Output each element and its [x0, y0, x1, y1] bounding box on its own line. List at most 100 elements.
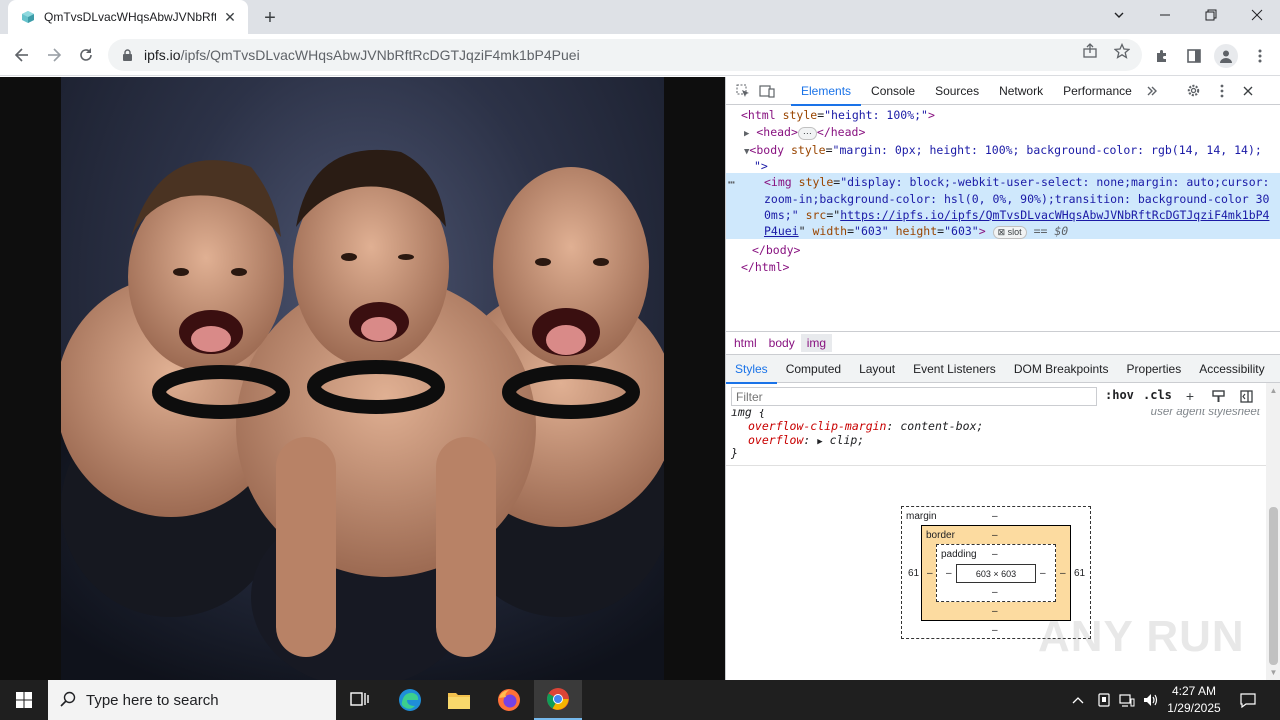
subtab-styles[interactable]: Styles: [726, 355, 777, 384]
tab-search-chevron-icon[interactable]: [1096, 0, 1142, 30]
inspect-element-icon[interactable]: [733, 81, 753, 101]
styles-filter-input[interactable]: [731, 387, 1097, 406]
tab-network[interactable]: Network: [989, 77, 1053, 105]
lock-icon[interactable]: [120, 48, 134, 62]
back-arrow-icon[interactable]: [10, 43, 34, 67]
dom-html-line[interactable]: <html style="height: 100%;">: [741, 107, 935, 124]
computed-sidebar-toggle-icon[interactable]: [1238, 388, 1254, 404]
task-view-icon[interactable]: [336, 680, 384, 720]
margin-left-value[interactable]: 61: [908, 568, 919, 579]
hover-state-toggle[interactable]: :hov: [1105, 388, 1134, 402]
box-model-content[interactable]: 603 × 603: [956, 564, 1036, 583]
paint-roller-icon[interactable]: [1210, 388, 1226, 404]
displayed-photo[interactable]: [61, 77, 664, 680]
scroll-thumb[interactable]: [1269, 507, 1278, 665]
style-property-overflow-clip-margin[interactable]: overflow-clip-margin: content-box;: [748, 419, 983, 433]
border-top-value[interactable]: –: [992, 530, 998, 541]
tab-performance[interactable]: Performance: [1053, 77, 1142, 105]
scroll-down-arrow-icon[interactable]: ▼: [1269, 668, 1278, 677]
box-model-margin-label: margin: [906, 511, 937, 522]
profile-avatar-icon[interactable]: [1214, 44, 1238, 68]
class-toggle[interactable]: .cls: [1143, 388, 1172, 402]
extensions-puzzle-icon[interactable]: [1152, 46, 1172, 66]
notification-center-icon[interactable]: [1236, 680, 1260, 720]
browser-tab[interactable]: QmTvsDLvacWHqsAbwJVNbRftRcDGTJqziF4mk1bP…: [8, 0, 248, 34]
breadcrumb-img[interactable]: img: [800, 334, 833, 352]
img-src-link-cont[interactable]: P4uei: [764, 224, 799, 238]
subtab-dom-breakpoints[interactable]: DOM Breakpoints: [1005, 355, 1118, 383]
new-style-rule-plus-icon[interactable]: +: [1182, 388, 1198, 404]
subtab-layout[interactable]: Layout: [850, 355, 904, 383]
padding-bottom-value[interactable]: –: [992, 587, 998, 598]
border-left-value[interactable]: –: [927, 568, 933, 579]
subtab-accessibility[interactable]: Accessibility: [1190, 355, 1273, 383]
border-right-value[interactable]: –: [1060, 568, 1066, 579]
close-window-icon[interactable]: [1234, 0, 1280, 30]
margin-right-value[interactable]: 61: [1074, 568, 1085, 579]
windows-start-icon[interactable]: [0, 680, 48, 720]
subtab-properties[interactable]: Properties: [1118, 355, 1191, 383]
margin-top-value[interactable]: –: [992, 511, 998, 522]
reload-icon[interactable]: [74, 43, 98, 67]
restore-icon[interactable]: [1188, 0, 1234, 30]
more-tabs-chevron-icon[interactable]: [1142, 81, 1162, 101]
style-property-overflow[interactable]: overflow: ▶ clip;: [748, 433, 864, 449]
new-tab-plus-icon[interactable]: +: [258, 6, 282, 30]
device-toolbar-icon[interactable]: [757, 81, 777, 101]
style-rule-source: user agent stylesheet: [1150, 409, 1260, 418]
tab-console[interactable]: Console: [861, 77, 925, 105]
taskbar-clock[interactable]: 4:27 AM 1/29/2025: [1162, 683, 1226, 717]
slot-badge[interactable]: ⊠ slot: [992, 226, 1027, 239]
devtools-menu-icon[interactable]: [1212, 81, 1232, 101]
dom-body-close[interactable]: </body>: [752, 242, 800, 259]
side-panel-icon[interactable]: [1184, 46, 1204, 66]
close-devtools-icon[interactable]: [1238, 81, 1258, 101]
breadcrumb-body[interactable]: body: [763, 334, 801, 352]
url-host: ipfs.io: [144, 47, 181, 63]
tab-sources[interactable]: Sources: [925, 77, 989, 105]
padding-left-value[interactable]: –: [946, 568, 952, 579]
styles-subtabs: Styles Computed Layout Event Listeners D…: [726, 355, 1280, 384]
taskbar-search-box[interactable]: Type here to search: [48, 680, 336, 720]
forward-arrow-icon[interactable]: [42, 43, 66, 67]
tab-title: QmTvsDLvacWHqsAbwJVNbRftRcDGTJqziF4mk1bP…: [44, 10, 216, 24]
tab-elements[interactable]: Elements: [791, 77, 862, 106]
bookmark-star-icon[interactable]: [1113, 42, 1131, 60]
show-hidden-icons-chevron[interactable]: [1068, 680, 1088, 720]
dom-head-line[interactable]: ▶ <head> ⋯ </head>: [744, 124, 865, 143]
tab-close-icon[interactable]: ✕: [222, 9, 238, 25]
expand-triangle-icon[interactable]: ▶: [744, 129, 749, 139]
box-model-border-label: border: [926, 530, 955, 541]
clock-date: 1/29/2025: [1167, 701, 1221, 715]
tab-strip: QmTvsDLvacWHqsAbwJVNbRftRcDGTJqziF4mk1bP…: [0, 0, 1280, 34]
subtab-computed[interactable]: Computed: [777, 355, 850, 383]
expand-shorthand-icon[interactable]: ▶: [817, 437, 822, 447]
settings-gear-icon[interactable]: [1184, 81, 1204, 101]
img-src-link[interactable]: https://ipfs.io/ipfs/QmTvsDLvacWHqsAbwJV…: [840, 208, 1269, 222]
margin-bottom-value[interactable]: –: [992, 625, 998, 636]
dom-html-close[interactable]: </html>: [741, 259, 789, 276]
collapsed-ellipsis-badge[interactable]: ⋯: [797, 127, 817, 140]
dom-body-line[interactable]: ▼<body style="margin: 0px; height: 100%;…: [744, 142, 1262, 161]
share-icon[interactable]: [1081, 42, 1099, 60]
volume-icon[interactable]: [1141, 680, 1161, 720]
chrome-icon[interactable]: [534, 680, 582, 720]
border-bottom-value[interactable]: –: [992, 606, 998, 617]
scroll-up-arrow-icon[interactable]: ▲: [1269, 386, 1278, 395]
page-viewport: [0, 77, 725, 680]
address-bar[interactable]: ipfs.io/ipfs/QmTvsDLvacWHqsAbwJVNbRftRcD…: [108, 39, 1142, 71]
edge-browser-icon[interactable]: [386, 680, 434, 720]
device-tray-icon[interactable]: [1094, 680, 1114, 720]
node-actions-dots-icon[interactable]: ⋯: [728, 174, 735, 191]
breadcrumb-html[interactable]: html: [728, 334, 763, 352]
padding-right-value[interactable]: –: [1040, 568, 1046, 579]
network-icon[interactable]: [1117, 680, 1137, 720]
kebab-menu-icon[interactable]: [1250, 46, 1270, 66]
firefox-icon[interactable]: [485, 680, 533, 720]
minimize-icon[interactable]: [1142, 0, 1188, 30]
subtab-event-listeners[interactable]: Event Listeners: [904, 355, 1005, 383]
padding-top-value[interactable]: –: [992, 549, 998, 560]
file-explorer-icon[interactable]: [435, 680, 483, 720]
styles-scrollbar[interactable]: ▲ ▼: [1266, 383, 1280, 680]
windows-taskbar: Type here to search 4:27 AM 1/29/2025: [0, 680, 1280, 720]
